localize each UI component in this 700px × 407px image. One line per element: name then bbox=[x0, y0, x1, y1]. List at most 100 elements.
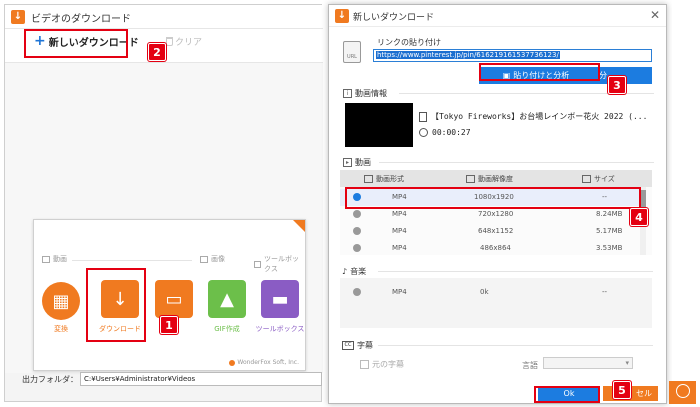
gif-label: GIF作成 bbox=[214, 325, 240, 333]
highlight-selected-row bbox=[345, 187, 641, 209]
film-icon: ▦ bbox=[52, 290, 70, 312]
group-video-label: 動画 bbox=[42, 254, 67, 264]
row-format: MP4 bbox=[392, 244, 407, 252]
info-icon: i bbox=[343, 89, 352, 98]
row-bitrate: 0k bbox=[480, 288, 489, 296]
toolbox-label: ツールボックス bbox=[255, 325, 305, 333]
column-resolution: 動画解像度 bbox=[466, 174, 513, 184]
paste-link-label: リンクの貼り付け bbox=[377, 38, 441, 47]
output-folder-label: 出力フォルダ： bbox=[22, 375, 78, 384]
convert-tile[interactable]: ▦ bbox=[42, 282, 80, 320]
dialog-titlebar: ↓ 新しいダウンロード ✕ bbox=[329, 5, 666, 27]
screenshot-root: ↓ ビデオのダウンロード + 新しいダウンロード クリア 動画 画像 ツールボッ… bbox=[0, 0, 700, 407]
divider bbox=[378, 271, 653, 272]
dialog-app-icon: ↓ bbox=[335, 9, 349, 23]
video-info-section-label: i 動画情報 bbox=[343, 88, 387, 99]
power-icon[interactable] bbox=[676, 384, 690, 398]
size-icon bbox=[582, 175, 591, 183]
video-section-icon: ▸ bbox=[343, 158, 352, 167]
step-badge-1: 1 bbox=[160, 316, 178, 334]
row-size: 5.17MB bbox=[596, 227, 623, 235]
table-row[interactable]: MP4 0k -- bbox=[340, 284, 644, 301]
divider bbox=[72, 260, 192, 261]
video-duration: 00:00:27 bbox=[432, 128, 471, 137]
radio[interactable] bbox=[353, 288, 361, 296]
video-table-header: 動画形式 動画解像度 サイズ bbox=[340, 170, 652, 187]
music-note-icon: ♪ bbox=[342, 267, 348, 276]
wonderfox-logo-icon bbox=[229, 359, 236, 366]
window-titlebar: ↓ ビデオのダウンロード bbox=[5, 5, 323, 29]
divider bbox=[378, 345, 653, 346]
clock-icon bbox=[419, 128, 428, 137]
video-duration-row: 00:00:27 bbox=[419, 128, 471, 137]
step-badge-3: 3 bbox=[608, 76, 626, 94]
cc-icon: CC bbox=[342, 341, 354, 350]
corner-flag bbox=[293, 220, 305, 232]
row-size: 8.24MB bbox=[596, 210, 623, 218]
output-folder-field[interactable]: C:¥Users¥Administrator¥Videos bbox=[80, 372, 322, 386]
column-size: サイズ bbox=[582, 174, 615, 184]
highlight-ok-button bbox=[534, 386, 600, 403]
gif-tile[interactable]: ▲ bbox=[208, 280, 246, 318]
image-icon: ▲ bbox=[220, 288, 234, 310]
link-paste-icon: URL bbox=[343, 41, 361, 63]
video-section-label: ▸ 動画 bbox=[343, 157, 371, 168]
column-format: 動画形式 bbox=[364, 174, 404, 184]
file-icon bbox=[419, 111, 427, 122]
launcher-panel: 動画 画像 ツールボックス ▦ 変換 ↓ ダウンロード ▭ ▲ GIF作成 ▬ … bbox=[33, 219, 306, 371]
url-input[interactable]: https://www.pinterest.jp/pin/61621916153… bbox=[373, 49, 652, 62]
video-title: 【Tokyo Fireworks】お台場レインボー花火 2022 (... bbox=[431, 112, 648, 121]
row-size: -- bbox=[602, 288, 608, 296]
screen-record-tile[interactable]: ▭ bbox=[155, 280, 193, 318]
screen-record-icon: ▭ bbox=[165, 288, 183, 310]
radio[interactable] bbox=[353, 227, 361, 235]
dialog-title: 新しいダウンロード bbox=[353, 13, 435, 23]
step-badge-5: 5 bbox=[613, 381, 631, 399]
app-download-icon: ↓ bbox=[11, 10, 25, 24]
highlight-new-download bbox=[24, 29, 128, 58]
group-toolbox-label: ツールボックス bbox=[254, 254, 305, 274]
subtitle-section-label: CC 字幕 bbox=[342, 340, 373, 351]
chevron-down-icon: ▾ bbox=[625, 359, 629, 367]
url-input-value: https://www.pinterest.jp/pin/61621916153… bbox=[376, 51, 560, 59]
table-row[interactable]: MP4 648x1152 5.17MB bbox=[340, 223, 644, 240]
clear-button[interactable]: クリア bbox=[166, 35, 202, 48]
window-title: ビデオのダウンロード bbox=[31, 14, 131, 25]
table-row[interactable]: MP4 486x864 3.53MB bbox=[340, 240, 644, 255]
trash-icon bbox=[166, 37, 173, 46]
clear-label: クリア bbox=[175, 38, 203, 48]
row-resolution: 720x1280 bbox=[478, 210, 514, 218]
step-badge-2: 2 bbox=[148, 43, 166, 61]
row-resolution: 648x1152 bbox=[478, 227, 514, 235]
format-icon bbox=[364, 175, 373, 183]
toolbox-icon: ▬ bbox=[271, 288, 289, 310]
group-image-label: 画像 bbox=[200, 254, 225, 264]
highlight-paste-analyze bbox=[479, 63, 600, 81]
row-format: MP4 bbox=[392, 227, 407, 235]
language-label: 言語 bbox=[522, 361, 538, 370]
audio-table: MP4 0k -- bbox=[340, 278, 652, 328]
launcher-footer: WonderFox Soft, Inc. bbox=[229, 359, 299, 366]
row-size: 3.53MB bbox=[596, 244, 623, 252]
row-format: MP4 bbox=[392, 288, 407, 296]
checkbox[interactable] bbox=[360, 360, 369, 369]
highlight-download-tile bbox=[86, 268, 146, 342]
row-format: MP4 bbox=[392, 210, 407, 218]
radio[interactable] bbox=[353, 244, 361, 252]
video-title-row: 【Tokyo Fireworks】お台場レインボー花火 2022 (... bbox=[419, 111, 647, 122]
toolbox-tile[interactable]: ▬ bbox=[261, 280, 299, 318]
convert-label: 変換 bbox=[54, 325, 68, 333]
row-resolution: 486x864 bbox=[480, 244, 511, 252]
close-icon[interactable]: ✕ bbox=[650, 8, 660, 22]
step-badge-4: 4 bbox=[630, 208, 648, 226]
divider bbox=[379, 162, 654, 163]
video-group-icon bbox=[42, 255, 50, 263]
right-side-strip bbox=[672, 0, 700, 407]
toolbox-group-icon bbox=[254, 260, 262, 268]
original-subtitle-checkbox[interactable]: 元の字幕 bbox=[360, 359, 404, 370]
audio-section-label: ♪ 音楽 bbox=[342, 267, 367, 276]
language-select[interactable]: ▾ bbox=[543, 357, 633, 369]
video-thumbnail bbox=[345, 103, 413, 147]
resolution-icon bbox=[466, 175, 475, 183]
radio[interactable] bbox=[353, 210, 361, 218]
